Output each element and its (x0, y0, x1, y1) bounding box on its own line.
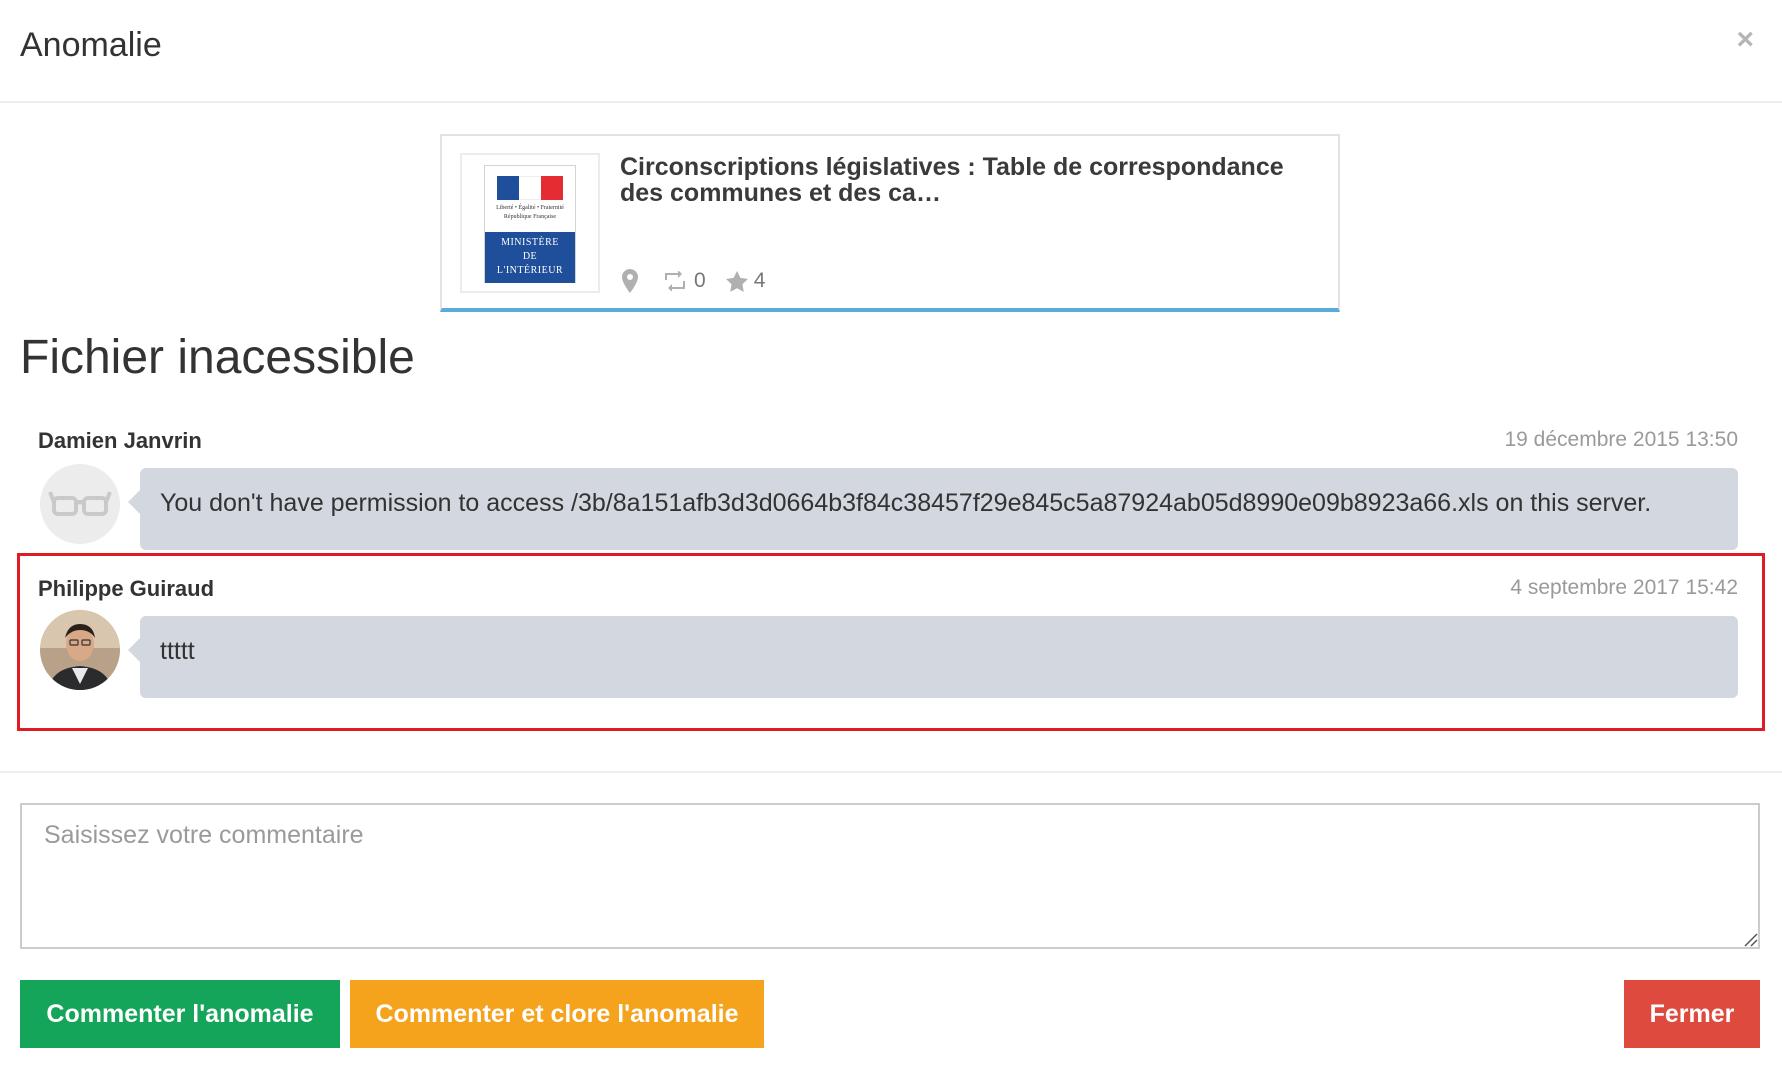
issue-title: Fichier inacessible (20, 331, 415, 384)
modal-title: Anomalie (20, 26, 162, 64)
comment-date: 19 décembre 2015 13:50 (1504, 428, 1738, 451)
comment-message: ttttt (128, 616, 1738, 698)
comment-item: Damien Janvrin 19 décembre 2015 13:50 Yo… (38, 428, 1738, 550)
map-marker-icon (622, 269, 638, 293)
logo-ministry-name: MINISTÈRE DE L'INTÉRIEUR (485, 232, 575, 283)
comment-date: 4 septembre 2017 15:42 (1510, 576, 1738, 599)
stars-count: 4 (753, 269, 766, 292)
star-icon (725, 270, 748, 292)
comment-issue-button[interactable]: Commenter l'anomalie (20, 980, 340, 1048)
avatar[interactable] (40, 464, 120, 544)
modal-header: Anomalie × (0, 0, 1782, 103)
comment-textarea[interactable] (20, 803, 1760, 949)
ministry-logo: Liberté • Égalité • Fraternité Républiqu… (484, 165, 576, 283)
dataset-title[interactable]: Circonscriptions législatives : Table de… (620, 154, 1320, 206)
user-photo (40, 610, 120, 690)
retweet-icon (662, 271, 688, 291)
logo-motto: Liberté • Égalité • Fraternité Républiqu… (496, 205, 564, 220)
comment-author[interactable]: Philippe Guiraud (38, 576, 214, 602)
dataset-meta: 0 4 (622, 266, 785, 296)
comment-and-close-issue-button[interactable]: Commenter et clore l'anomalie (350, 980, 764, 1048)
comment-message: You don't have permission to access /3b/… (128, 468, 1738, 550)
marianne-flag-icon (497, 176, 563, 200)
glasses-icon (48, 491, 112, 516)
resize-handle-icon[interactable] (1742, 931, 1758, 947)
reuses-count: 0 (694, 269, 706, 292)
avatar[interactable] (40, 610, 120, 690)
comment-author[interactable]: Damien Janvrin (38, 428, 202, 454)
divider (0, 771, 1782, 773)
comment-item: Philippe Guiraud 4 septembre 2017 15:42 … (38, 576, 1738, 706)
close-icon[interactable]: × (1736, 22, 1754, 58)
issue-modal: Anomalie × Liberté • Égalité • Fraternit… (0, 0, 1782, 1068)
close-modal-button[interactable]: Fermer (1624, 980, 1760, 1048)
dataset-card[interactable]: Liberté • Égalité • Fraternité Républiqu… (440, 134, 1340, 312)
organization-logo: Liberté • Égalité • Fraternité Républiqu… (460, 153, 600, 293)
